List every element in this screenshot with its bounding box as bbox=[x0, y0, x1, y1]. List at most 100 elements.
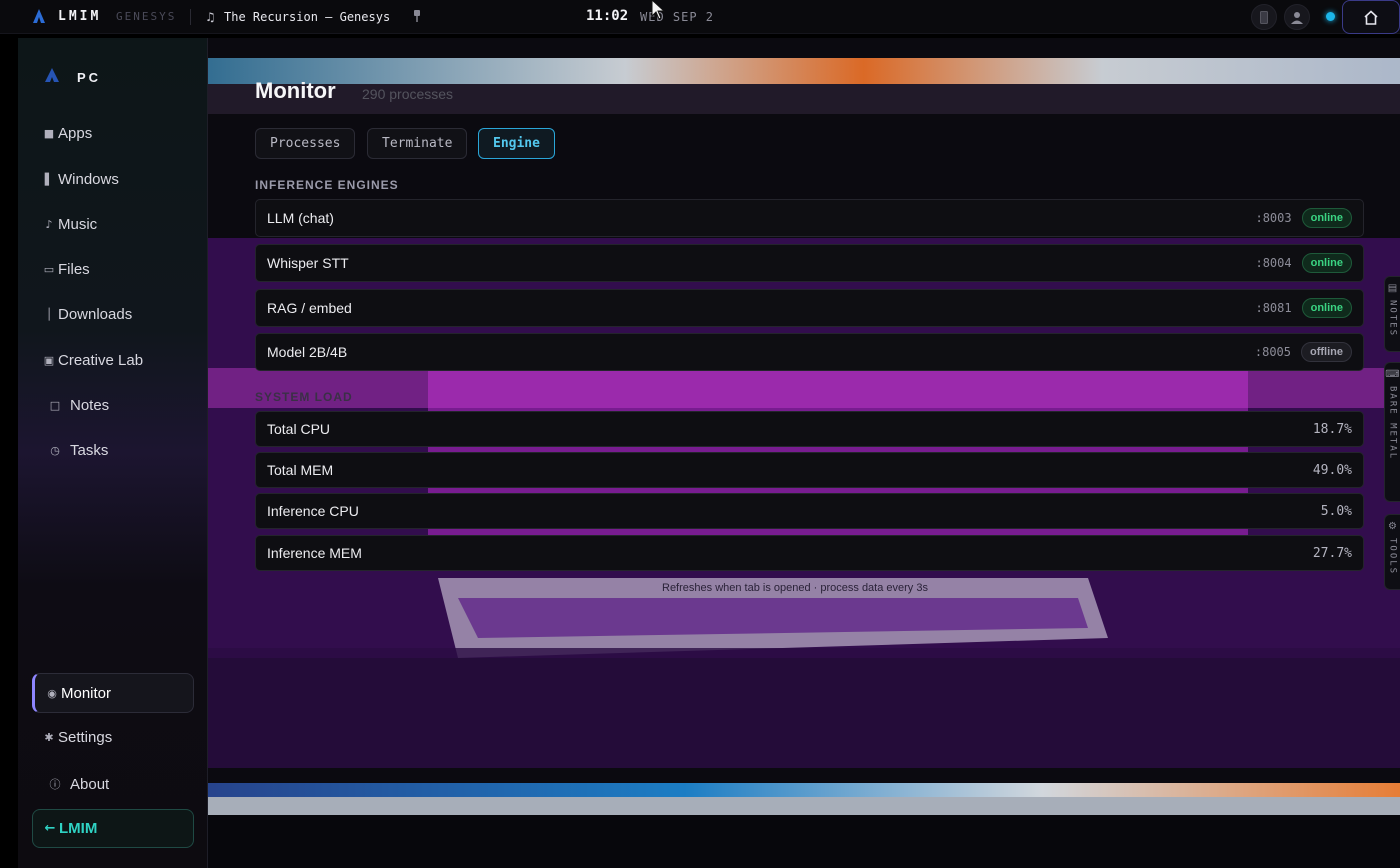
sidebar-item-label: Creative Lab bbox=[58, 351, 144, 369]
inference-engines-heading: INFERENCE ENGINES bbox=[255, 178, 399, 192]
sidebar-item-downloads[interactable]: │ Downloads bbox=[32, 295, 194, 333]
engine-name: LLM (chat) bbox=[267, 210, 334, 226]
apps-icon: ■ bbox=[43, 126, 55, 140]
edge-tab-label: BARE METAL bbox=[1387, 386, 1398, 461]
mouse-cursor-icon bbox=[651, 0, 666, 20]
load-row: Total MEM 49.0% bbox=[255, 452, 1364, 488]
back-to-lmim-button[interactable]: ← LMIM bbox=[32, 809, 194, 848]
download-icon: │ bbox=[45, 307, 53, 321]
engine-row: Model 2B/4B :8005 offline bbox=[255, 333, 1364, 371]
user-avatar-icon bbox=[1291, 12, 1303, 24]
sidebar-item-label: Downloads bbox=[58, 305, 133, 323]
sidebar-item-settings[interactable]: ✱ Settings bbox=[32, 718, 194, 756]
load-metric-name: Inference CPU bbox=[267, 503, 359, 519]
page-title: Monitor bbox=[255, 78, 336, 103]
music-note-icon: ♫ bbox=[205, 10, 216, 24]
sidebar-item-label: Tasks bbox=[70, 441, 109, 459]
tools-icon: ⚙ bbox=[1388, 521, 1397, 532]
edge-tab-label: NOTES bbox=[1387, 300, 1398, 338]
sidebar-item-label: Notes bbox=[70, 396, 110, 414]
sidebar-item-tasks[interactable]: ◷ Tasks bbox=[32, 431, 194, 469]
engine-row: Whisper STT :8004 online bbox=[255, 244, 1364, 282]
status-badge: online bbox=[1301, 253, 1352, 273]
engine-port: :8081 bbox=[1255, 301, 1292, 315]
lmim-logo-icon bbox=[33, 9, 45, 23]
tray-user-button[interactable] bbox=[1284, 4, 1310, 30]
sidebar-item-monitor[interactable]: ◉ Monitor bbox=[32, 673, 194, 713]
monitor-icon: ◉ bbox=[47, 686, 57, 700]
arrow-left-icon: ← bbox=[44, 821, 56, 836]
sidebar-item-label: Music bbox=[58, 215, 98, 233]
info-icon: ⓘ bbox=[49, 778, 61, 791]
pc-logo-icon bbox=[45, 68, 59, 82]
notes-edge-icon: ▤ bbox=[1387, 283, 1398, 294]
edge-tab-label: TOOLS bbox=[1387, 538, 1398, 576]
clock-time: 11:02 bbox=[586, 8, 629, 24]
engine-name: Whisper STT bbox=[267, 255, 349, 271]
process-count: 290 processes bbox=[362, 86, 454, 102]
load-row: Total CPU 18.7% bbox=[255, 411, 1364, 447]
tray-battery-button[interactable] bbox=[1251, 4, 1277, 30]
engine-port: :8005 bbox=[1254, 345, 1291, 359]
engine-port: :8003 bbox=[1255, 211, 1292, 225]
sidebar-item-notes[interactable]: □ Notes bbox=[32, 386, 194, 424]
sidebar-item-label: Settings bbox=[58, 728, 113, 746]
sidebar-item-label: Monitor bbox=[61, 684, 112, 702]
brand-subtitle: GENESYS bbox=[116, 10, 177, 23]
refresh-footnote: Refreshes when tab is opened · process d… bbox=[662, 582, 928, 594]
top-bar: LMIM GENESYS ♫ The Recursion — Genesys 1… bbox=[0, 0, 1400, 34]
load-metric-name: Inference MEM bbox=[267, 545, 362, 561]
status-badge: online bbox=[1301, 298, 1352, 318]
brand-name: LMIM bbox=[58, 9, 102, 24]
sidebar-item-files[interactable]: ▭ Files bbox=[32, 250, 194, 288]
windows-icon: ▌ bbox=[44, 172, 54, 186]
load-row: Inference MEM 27.7% bbox=[255, 535, 1364, 571]
sidebar-item-label: About bbox=[70, 775, 110, 793]
load-metric-value: 5.0% bbox=[1320, 503, 1352, 519]
sidebar-item-apps[interactable]: ■ Apps bbox=[32, 114, 194, 152]
sidebar-item-creative-lab[interactable]: ▣ Creative Lab bbox=[32, 341, 194, 379]
gear-icon: ✱ bbox=[44, 730, 54, 744]
topbar-divider bbox=[190, 9, 191, 25]
clock-icon: ◷ bbox=[50, 443, 60, 457]
folder-icon: ▭ bbox=[43, 262, 55, 276]
back-label: LMIM bbox=[59, 820, 98, 837]
system-load-heading: SYSTEM LOAD bbox=[255, 390, 353, 404]
edge-tab-notes[interactable]: ▤ NOTES bbox=[1384, 276, 1400, 352]
load-metric-name: Total MEM bbox=[267, 462, 334, 478]
home-button[interactable] bbox=[1342, 0, 1400, 34]
load-row: Inference CPU 5.0% bbox=[255, 493, 1364, 529]
tab-processes[interactable]: Processes bbox=[255, 128, 356, 159]
sidebar-item-music[interactable]: ♪ Music bbox=[32, 205, 194, 243]
sidebar-item-label: Files bbox=[58, 260, 90, 278]
edge-tab-bare-metal[interactable]: ⌨ BARE METAL bbox=[1384, 362, 1400, 502]
engine-row: RAG / embed :8081 online bbox=[255, 289, 1364, 327]
load-metric-value: 49.0% bbox=[1312, 462, 1352, 478]
engine-port: :8004 bbox=[1255, 256, 1292, 270]
load-metric-value: 27.7% bbox=[1312, 545, 1352, 561]
home-icon bbox=[1364, 9, 1378, 25]
connection-status-dot bbox=[1326, 12, 1335, 21]
sidebar-item-windows[interactable]: ▌ Windows bbox=[32, 160, 194, 198]
engine-name: Model 2B/4B bbox=[267, 344, 348, 360]
engine-row: LLM (chat) :8003 online bbox=[255, 199, 1364, 237]
edge-tab-tools[interactable]: ⚙ TOOLS bbox=[1384, 514, 1400, 590]
engine-name: RAG / embed bbox=[267, 300, 352, 316]
creative-lab-icon: ▣ bbox=[43, 353, 55, 367]
sidebar-item-label: Windows bbox=[58, 170, 119, 188]
load-metric-name: Total CPU bbox=[267, 421, 331, 437]
tab-engine[interactable]: Engine bbox=[478, 128, 555, 159]
sidebar-header: PC bbox=[77, 70, 102, 85]
tab-terminate[interactable]: Terminate bbox=[367, 128, 468, 159]
sidebar-item-label: Apps bbox=[58, 124, 93, 142]
battery-icon bbox=[1260, 10, 1268, 24]
music-icon: ♪ bbox=[45, 217, 53, 231]
now-playing-track[interactable]: The Recursion — Genesys bbox=[224, 10, 390, 24]
status-badge: offline bbox=[1301, 342, 1352, 362]
notes-icon: □ bbox=[49, 398, 61, 412]
sidebar-item-about[interactable]: ⓘ About bbox=[32, 765, 194, 803]
pin-icon[interactable] bbox=[413, 9, 421, 22]
load-metric-value: 18.7% bbox=[1312, 421, 1352, 437]
keyboard-icon: ⌨ bbox=[1385, 369, 1400, 380]
status-badge: online bbox=[1301, 208, 1352, 228]
